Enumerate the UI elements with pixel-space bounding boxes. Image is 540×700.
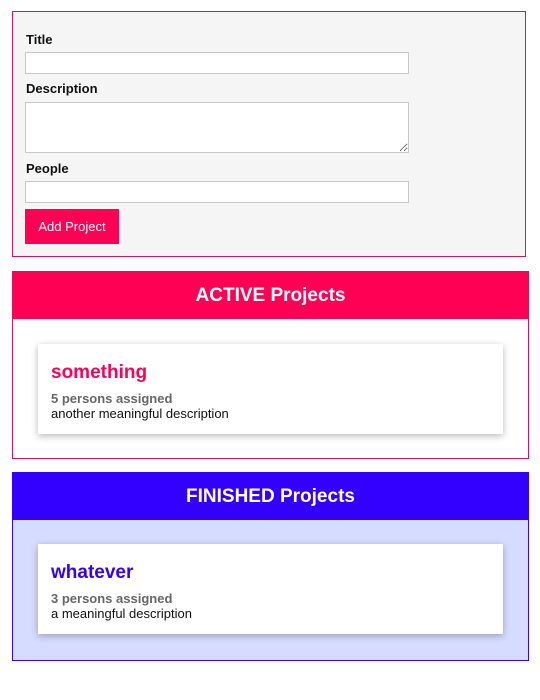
project-people-count: 5 persons assigned — [51, 391, 173, 406]
title-input[interactable] — [25, 52, 409, 74]
project-card-active[interactable]: something 5 persons assigned another mea… — [38, 344, 503, 434]
finished-projects-heading: FINISHED Projects — [13, 473, 528, 520]
finished-projects-section: FINISHED Projects whatever 3 persons ass… — [12, 472, 529, 661]
project-title: whatever — [51, 562, 134, 583]
project-input-form: Title Description People Add Project — [12, 11, 526, 257]
active-projects-heading: ACTIVE Projects — [13, 272, 528, 319]
people-input[interactable] — [25, 181, 409, 203]
project-people-count: 3 persons assigned — [51, 591, 173, 606]
description-textarea[interactable] — [25, 102, 409, 153]
title-label: Title — [26, 32, 53, 47]
active-projects-section: ACTIVE Projects something 5 persons assi… — [12, 271, 529, 459]
description-label: Description — [26, 81, 98, 96]
people-label: People — [26, 161, 69, 176]
project-description: another meaningful description — [51, 406, 229, 421]
project-description: a meaningful description — [51, 606, 192, 621]
add-project-button[interactable]: Add Project — [25, 209, 119, 244]
project-card-finished[interactable]: whatever 3 persons assigned a meaningful… — [38, 544, 503, 634]
project-title: something — [51, 362, 148, 383]
